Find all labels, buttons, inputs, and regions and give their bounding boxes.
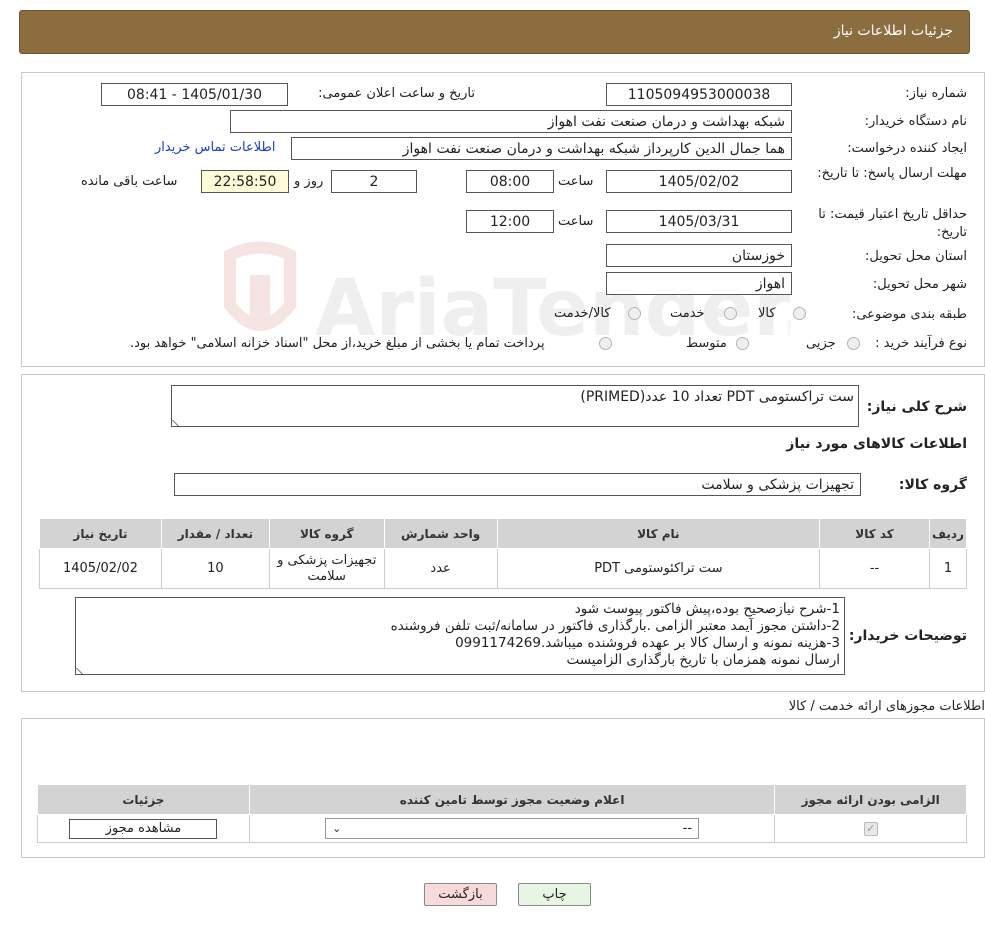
- deadline-time-field: 08:00: [466, 170, 554, 193]
- license-status-select[interactable]: ⌄ --: [325, 818, 700, 839]
- license-table: جزئیات اعلام وضعیت مجوز توسط تامین کننده…: [37, 784, 967, 843]
- category-service-label: خدمت: [670, 306, 705, 321]
- cell-unit: عدد: [383, 548, 498, 589]
- buyer-org-field: شبکه بهداشت و درمان صنعت نفت اهواز: [230, 110, 792, 133]
- request-creator-field: هما جمال الدین کارپرداز شبکه بهداشت و در…: [291, 137, 792, 160]
- back-button[interactable]: بازگشت: [424, 883, 497, 906]
- delivery-city-field: اهواز: [606, 272, 792, 295]
- buyer-notes-line: 3-هزینه نمونه و ارسال کالا بر عهده فروشن…: [455, 635, 840, 651]
- license-required-checkbox[interactable]: ✓: [863, 821, 878, 836]
- category-goods-service-radio[interactable]: [628, 307, 641, 320]
- process-partial-label: جزیی: [806, 336, 836, 351]
- cell-license-required: ✓: [774, 814, 967, 843]
- request-creator-label: ایجاد کننده درخواست:: [847, 141, 967, 156]
- buyer-org-label: نام دستگاه خریدار:: [864, 114, 967, 129]
- need-number-label: شماره نیاز:: [905, 86, 967, 101]
- announce-datetime-field: 1405/01/30 - 08:41: [101, 83, 288, 106]
- table-row: مشاهده مجوز ⌄ -- ✓: [37, 814, 967, 843]
- days-remaining-field: 2: [331, 170, 417, 193]
- cell-license-status: ⌄ --: [248, 814, 776, 843]
- price-validity-time-label: ساعت: [558, 214, 594, 229]
- view-license-button[interactable]: مشاهده مجوز: [69, 818, 218, 839]
- license-status-value: --: [682, 821, 693, 836]
- price-validity-label: حداقل تاریخ اعتبار قیمت: تا تاریخ:: [818, 207, 967, 240]
- col-quantity: تعداد / مقدار: [160, 518, 270, 549]
- cell-goods-name: ست تراکئوستومی PDT: [496, 548, 821, 589]
- process-treasury-note: پرداخت تمام یا بخشی از مبلغ خرید،از محل …: [130, 336, 545, 351]
- description-textarea[interactable]: ست تراکستومی PDT تعداد 10 عدد(PRIMED): [171, 385, 859, 427]
- page-title: جزئیات اطلاعات نیاز: [833, 23, 953, 39]
- goods-group-field: تجهیزات پزشکی و سلامت: [174, 473, 861, 496]
- license-table-header: جزئیات اعلام وضعیت مجوز توسط تامین کننده…: [37, 784, 967, 815]
- license-section-title: اطلاعات مجوزهای ارائه خدمت / کالا: [788, 699, 985, 714]
- goods-table-header: تاریخ نیاز تعداد / مقدار گروه کالا واحد …: [39, 518, 968, 549]
- cell-details: مشاهده مجوز: [37, 814, 250, 843]
- cell-goods-group: تجهیزات پزشکی و سلامت: [268, 548, 385, 589]
- time-remaining-label: ساعت باقی مانده: [81, 174, 178, 189]
- buyer-notes-line: ارسال نمونه همزمان با تاریخ بارگذاری الز…: [566, 652, 840, 668]
- col-goods-name: نام کالا: [496, 518, 821, 549]
- delivery-province-field: خوزستان: [606, 244, 792, 267]
- price-validity-time-field: 12:00: [466, 210, 554, 233]
- deadline-label: مهلت ارسال پاسخ: تا تاریخ:: [817, 166, 967, 181]
- col-license-status: اعلام وضعیت مجوز توسط تامین کننده: [248, 784, 776, 815]
- buyer-notes-line: 2-داشتن مجوز آیمد معتبر الزامی .بارگذاری…: [390, 618, 840, 634]
- goods-group-label: گروه کالا:: [898, 477, 967, 493]
- buyer-notes-line: 1-شرح نیازصحیح بوده،پیش فاکتور پیوست شود: [574, 601, 840, 617]
- time-remaining-field: 22:58:50: [201, 170, 289, 193]
- category-goods-label: کالا: [758, 306, 776, 321]
- print-button[interactable]: چاپ: [518, 883, 591, 906]
- buyer-notes-label: توضیحات خریدار:: [848, 628, 967, 644]
- description-label: شرح کلی نیاز:: [866, 399, 967, 415]
- table-row: 1405/02/02 10 تجهیزات پزشکی و سلامت عدد …: [39, 548, 968, 589]
- cell-quantity: 10: [160, 548, 270, 589]
- buyer-contact-link[interactable]: اطلاعات تماس خریدار: [155, 140, 275, 155]
- category-service-radio[interactable]: [724, 307, 737, 320]
- goods-section-title: اطلاعات کالاهای مورد نیاز: [786, 436, 967, 452]
- category-label: طبقه بندی موضوعی:: [851, 307, 967, 322]
- cell-goods-code: --: [819, 548, 930, 589]
- deadline-time-label: ساعت: [558, 174, 594, 189]
- process-medium-radio[interactable]: [736, 337, 749, 350]
- chevron-down-icon: ⌄: [332, 822, 342, 835]
- price-validity-date-field: 1405/03/31: [606, 210, 792, 233]
- description-text: ست تراکستومی PDT تعداد 10 عدد(PRIMED): [580, 389, 854, 405]
- goods-table: تاریخ نیاز تعداد / مقدار گروه کالا واحد …: [39, 518, 968, 589]
- need-number-field: 1105094953000038: [606, 83, 792, 106]
- page-header: جزئیات اطلاعات نیاز: [19, 10, 970, 54]
- category-goods-radio[interactable]: [793, 307, 806, 320]
- process-type-label: نوع فرآیند خرید :: [875, 336, 967, 351]
- col-row: ردیف: [928, 518, 968, 549]
- process-treasury-radio[interactable]: [599, 337, 612, 350]
- col-goods-code: کد کالا: [819, 518, 930, 549]
- deadline-date-field: 1405/02/02: [606, 170, 792, 193]
- buyer-notes-textarea[interactable]: 1-شرح نیازصحیح بوده،پیش فاکتور پیوست شود…: [75, 597, 845, 675]
- days-label: روز و: [294, 174, 324, 189]
- col-unit: واحد شمارش: [383, 518, 498, 549]
- delivery-province-label: استان محل تحویل:: [865, 249, 967, 264]
- col-license-required: الزامی بودن ارائه مجوز: [774, 784, 967, 815]
- announce-datetime-label: تاریخ و ساعت اعلان عمومی:: [318, 86, 475, 101]
- col-need-date: تاریخ نیاز: [39, 518, 162, 549]
- delivery-city-label: شهر محل تحویل:: [872, 277, 967, 292]
- col-goods-group: گروه کالا: [268, 518, 385, 549]
- process-partial-radio[interactable]: [847, 337, 860, 350]
- category-goods-service-label: کالا/خدمت: [554, 306, 611, 321]
- col-details: جزئیات: [37, 784, 250, 815]
- resize-handle-icon[interactable]: [172, 414, 185, 426]
- cell-need-date: 1405/02/02: [39, 548, 162, 589]
- process-medium-label: متوسط: [686, 336, 727, 351]
- cell-row: 1: [928, 548, 968, 589]
